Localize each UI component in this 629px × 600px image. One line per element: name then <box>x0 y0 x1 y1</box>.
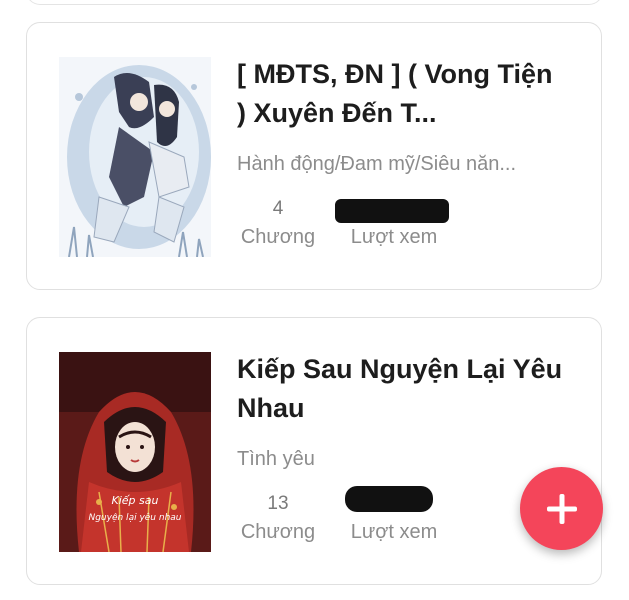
story-cover-image: Kiếp sau Nguyện lại yêu nhau <box>59 352 211 552</box>
view-count-label: Lượt xem <box>350 521 438 543</box>
cover-title-line-2: Nguyện lại yêu nhau <box>88 512 181 523</box>
story-card[interactable]: Kiếp sau Nguyện lại yêu nhau Kiếp Sau Ng… <box>26 317 602 585</box>
story-genres: Tình yêu <box>237 448 315 470</box>
chapter-count: 13 Chương <box>237 490 319 546</box>
chapter-count-label: Chương <box>240 226 316 248</box>
plus-icon <box>546 493 577 524</box>
redacted-view-count <box>335 199 449 223</box>
story-cover-image <box>59 57 211 257</box>
story-title[interactable]: Kiếp Sau Nguyện Lại Yêu Nhau <box>237 350 567 428</box>
chapter-count-value: 4 <box>272 198 284 219</box>
view-count-label: Lượt xem <box>350 226 438 248</box>
previous-story-card-edge[interactable] <box>26 0 603 5</box>
chapter-count-label: Chương <box>240 521 316 543</box>
cover-title-line-1: Kiếp sau <box>112 494 159 507</box>
story-list-screen: [ MĐTS, ĐN ] ( Vong Tiện ) Xuyên Đến T..… <box>0 0 629 600</box>
redacted-view-count <box>345 486 433 512</box>
story-genres: Hành động/Đam mỹ/Siêu năn... <box>237 153 517 175</box>
story-title[interactable]: [ MĐTS, ĐN ] ( Vong Tiện ) Xuyên Đến T..… <box>237 55 567 133</box>
chapter-count: 4 Chương <box>237 195 319 251</box>
story-card[interactable]: [ MĐTS, ĐN ] ( Vong Tiện ) Xuyên Đến T..… <box>26 22 602 290</box>
add-story-button[interactable] <box>520 467 603 550</box>
chapter-count-value: 13 <box>267 493 289 514</box>
